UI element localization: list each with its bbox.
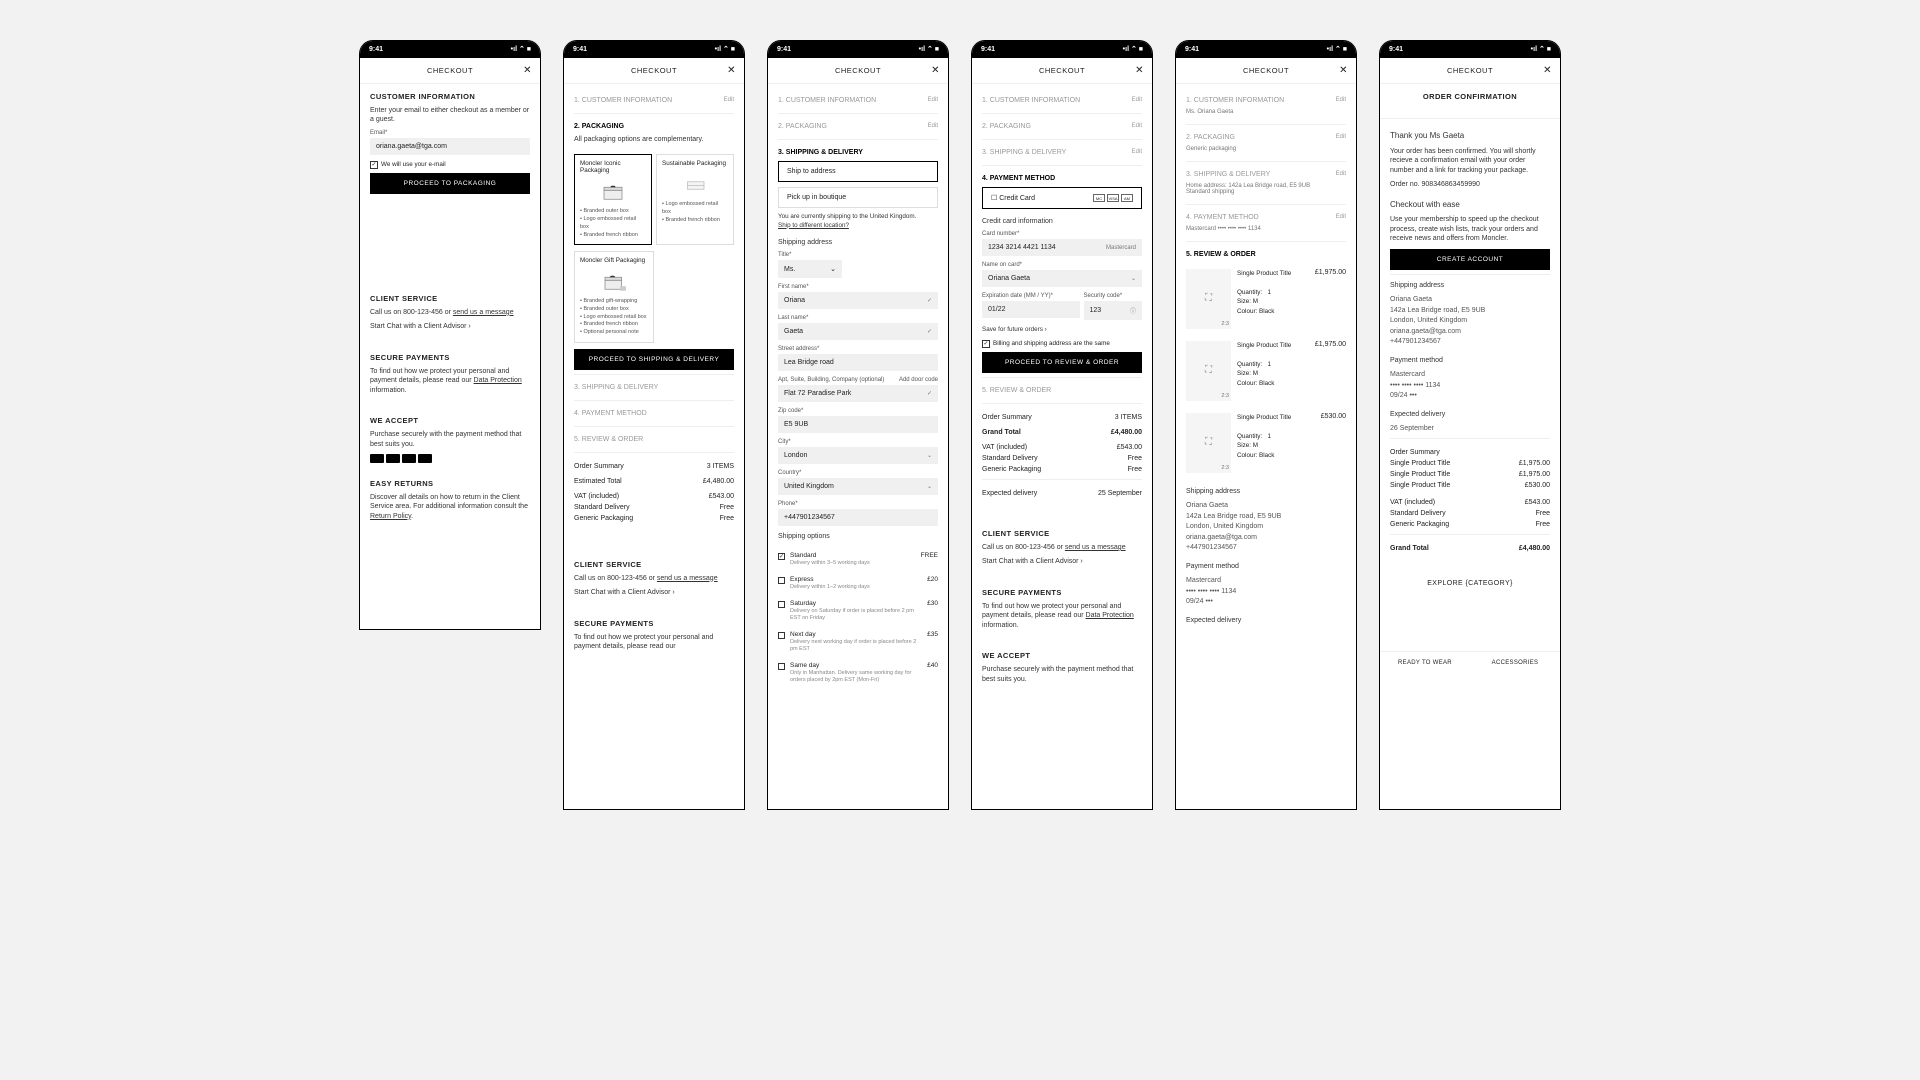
- proceed-button[interactable]: PROCEED TO SHIPPING & DELIVERY: [574, 349, 734, 370]
- page-title: CHECKOUT: [631, 66, 677, 75]
- page-title: CHECKOUT: [427, 66, 473, 75]
- street-field[interactable]: Lea Bridge road: [778, 354, 938, 371]
- we-accept-desc: Purchase securely with the payment metho…: [370, 430, 530, 449]
- ship-standard[interactable]: StandardDelivery within 3–5 working days…: [778, 547, 938, 571]
- email-field[interactable]: oriana.gaeta@tga.com: [370, 138, 530, 155]
- lastname-field[interactable]: Gaeta✓: [778, 323, 938, 340]
- screen-shipping: 9:41•ıl ⌃ ■ CHECKOUT✕ 1. CUSTOMER INFORM…: [767, 40, 949, 810]
- status-icons: •ıl ⌃ ■: [511, 45, 531, 53]
- secure-payments-desc: To find out how we protect your personal…: [370, 367, 530, 395]
- pkg-iconic[interactable]: Moncler Iconic PackagingBranded outer bo…: [574, 154, 652, 245]
- status-bar: 9:41 •ıl ⌃ ■: [359, 40, 541, 58]
- tab-ready-to-wear[interactable]: READY TO WEAR: [1380, 652, 1470, 674]
- ship-nextday[interactable]: Next dayDelivery next working day if ord…: [778, 626, 938, 657]
- close-icon[interactable]: ✕: [523, 65, 532, 76]
- zip-field[interactable]: E5 9UB: [778, 416, 938, 433]
- section-desc: Enter your email to either checkout as a…: [370, 106, 530, 125]
- ship-to-address[interactable]: Ship to address: [778, 161, 938, 182]
- step-5: 5. REVIEW & ORDER: [574, 431, 734, 448]
- ship-saturday[interactable]: SaturdayDelivery on Saturday if order is…: [778, 595, 938, 626]
- easy-returns-desc: Discover all details on how to return in…: [370, 493, 530, 521]
- step-3: 3. SHIPPING & DELIVERY: [574, 379, 734, 396]
- chat-link[interactable]: Start Chat with a Client Advisor ›: [370, 322, 530, 331]
- close-icon[interactable]: ✕: [931, 65, 940, 76]
- screen-review: 9:41•ıl ⌃ ■ CHECKOUT✕ 1. CUSTOMER INFORM…: [1175, 40, 1357, 810]
- save-future-link[interactable]: Save for future orders ›: [982, 326, 1142, 335]
- country-field[interactable]: United Kingdom⌄: [778, 478, 938, 495]
- city-field[interactable]: London⌄: [778, 447, 938, 464]
- screen-payment: 9:41•ıl ⌃ ■ CHECKOUT✕ 1. CUSTOMER INFORM…: [971, 40, 1153, 810]
- credit-card-option[interactable]: ☐ Credit CardMCVISAAM: [982, 187, 1142, 209]
- order-number: Order no. 908346863459990: [1390, 180, 1550, 189]
- section-title: CUSTOMER INFORMATION: [370, 92, 530, 101]
- thank-you: Thank you Ms Gaeta: [1390, 131, 1550, 142]
- pkg-sustainable[interactable]: Sustainable PackagingLogo embossed retai…: [656, 154, 734, 245]
- email-label: Email*: [370, 130, 530, 136]
- step-1[interactable]: 1. CUSTOMER INFORMATIONEdit: [574, 92, 734, 109]
- close-icon[interactable]: ✕: [1339, 65, 1348, 76]
- screen-confirmation: 9:41•ıl ⌃ ■ CHECKOUT✕ ORDER CONFIRMATION…: [1379, 40, 1561, 810]
- step-4: 4. PAYMENT METHOD: [574, 405, 734, 422]
- ship-express[interactable]: ExpressDelivery within 1–2 working days£…: [778, 571, 938, 595]
- step-2: 2. PACKAGING: [574, 118, 734, 135]
- pkg-gift[interactable]: Moncler Gift PackagingBranded gift-wrapp…: [574, 251, 654, 342]
- email-opt-checkbox[interactable]: We will use your e-mail: [370, 161, 530, 169]
- phone-field[interactable]: +447901234567: [778, 509, 938, 526]
- category-tabs: READY TO WEARACCESSORIES: [1380, 651, 1560, 674]
- product-row: 2:3Single Product TitleQuantity: 1Size: …: [1186, 263, 1346, 335]
- cvv-field[interactable]: 123ⓘ: [1084, 301, 1143, 320]
- name-on-card-field[interactable]: Oriana Gaeta⌄: [982, 270, 1142, 287]
- title-select[interactable]: Ms.⌄: [778, 260, 842, 278]
- send-message-link[interactable]: send us a message: [453, 309, 514, 316]
- firstname-field[interactable]: Oriana✓: [778, 292, 938, 309]
- confirmation-title: ORDER CONFIRMATION: [1390, 92, 1550, 101]
- secure-payments-title: SECURE PAYMENTS: [370, 353, 530, 362]
- explore-category[interactable]: EXPLORE {CATEGORY}: [1380, 566, 1560, 601]
- proceed-button[interactable]: PROCEED TO REVIEW & ORDER: [982, 352, 1142, 373]
- proceed-button[interactable]: PROCEED TO PACKAGING: [370, 173, 530, 194]
- time: 9:41: [369, 46, 383, 53]
- pickup-boutique[interactable]: Pick up in boutique: [778, 187, 938, 208]
- we-accept-title: WE ACCEPT: [370, 416, 530, 425]
- apt-field[interactable]: Flat 72 Paradise Park✓: [778, 385, 938, 402]
- close-icon[interactable]: ✕: [727, 65, 736, 76]
- order-summary-label: Order Summary: [574, 463, 624, 470]
- ship-sameday[interactable]: Same dayOnly in Manhattan. Delivery same…: [778, 657, 938, 688]
- billing-same-checkbox[interactable]: Billing and shipping address are the sam…: [982, 340, 1142, 348]
- screen-customer-info: 9:41 •ıl ⌃ ■ CHECKOUT ✕ CUSTOMER INFORMATI…: [359, 40, 541, 630]
- close-icon[interactable]: ✕: [1543, 65, 1552, 76]
- close-icon[interactable]: ✕: [1135, 65, 1144, 76]
- expiry-field[interactable]: 01/22: [982, 301, 1080, 318]
- screen-packaging: 9:41•ıl ⌃ ■ CHECKOUT✕ 1. CUSTOMER INFORM…: [563, 40, 745, 810]
- create-account-button[interactable]: CREATE ACCOUNT: [1390, 249, 1550, 270]
- tab-accessories[interactable]: ACCESSORIES: [1470, 652, 1560, 674]
- payment-icons: [370, 454, 530, 463]
- client-service-title: CLIENT SERVICE: [370, 294, 530, 303]
- card-number-field[interactable]: 1234 3214 4421 1134Mastercard: [982, 239, 1142, 256]
- header: CHECKOUT ✕: [360, 58, 540, 84]
- client-service-desc: Call us on 800-123-456 or send us a mess…: [370, 308, 530, 317]
- easy-returns-title: EASY RETURNS: [370, 479, 530, 488]
